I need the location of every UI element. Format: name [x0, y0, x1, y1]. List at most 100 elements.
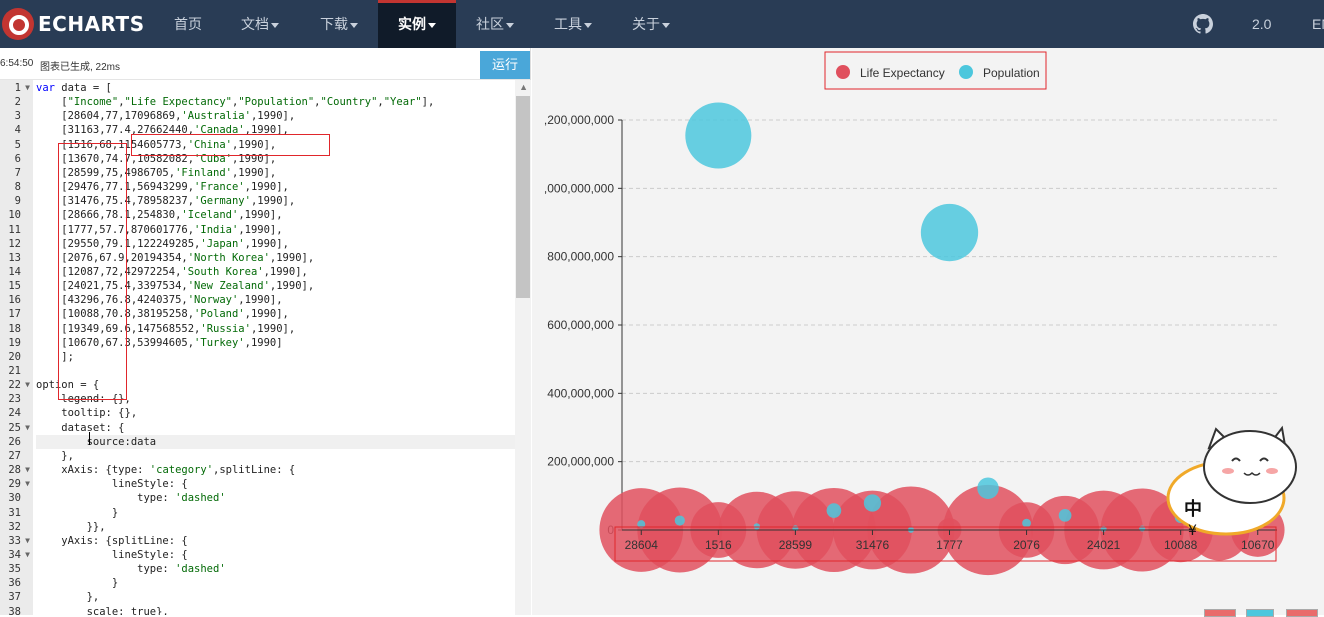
line-number: 3 [14, 110, 21, 123]
chevron-down-icon [428, 22, 436, 28]
version-label[interactable]: 2.0 [1252, 0, 1271, 48]
x-tick-label: 10670 [1241, 538, 1275, 552]
status-message: 图表已生成, 22ms [40, 62, 121, 73]
population-bubble [920, 203, 979, 262]
line-number: 4 [14, 124, 21, 137]
population-bubble [863, 494, 882, 512]
lang-switch[interactable]: EN [1312, 0, 1324, 48]
population-bubble [977, 477, 999, 499]
x-tick-label: 31476 [856, 538, 890, 552]
population-bubble [685, 102, 752, 169]
annotation-box-header-fields [131, 134, 330, 156]
line-number: 8 [14, 181, 21, 194]
line-number: 13 [8, 251, 21, 264]
svg-text:中: 中 [1184, 498, 1202, 520]
line-number: 7 [14, 166, 21, 179]
nav-community[interactable]: 社区 [476, 0, 514, 48]
line-number: 33 ▼ [8, 534, 30, 547]
top-nav: ECHARTS 首页 文档 下载 实例 社区 工具 关于 2.0 EN [0, 0, 1324, 48]
echarts-logo[interactable]: ECHARTS [0, 6, 145, 42]
nav-tools[interactable]: 工具 [554, 0, 592, 48]
y-tick-label: ,000,000,000 [544, 181, 614, 195]
github-icon[interactable] [1193, 14, 1213, 34]
code-line: source:data [36, 434, 516, 449]
thumbnail-swatch[interactable] [1286, 609, 1318, 617]
code-line: [28604,77,17096869,'Australia',1990], [36, 110, 296, 123]
line-number: 15 [8, 280, 21, 293]
editor-toolbar: 6:54:50 图表已生成, 22ms 运行 [0, 48, 530, 80]
nav-home[interactable]: 首页 [174, 0, 202, 48]
code-line: type: 'dashed' [36, 563, 226, 576]
chart-panel: Life ExpectancyPopulation 0200,000,00040… [532, 48, 1324, 617]
y-axis: 0200,000,000400,000,000600,000,000800,00… [544, 113, 623, 537]
x-tick-label: 10088 [1164, 538, 1198, 552]
line-number: 25 ▼ [8, 421, 30, 434]
x-tick-label: 28604 [625, 538, 659, 552]
line-number: 31 [8, 506, 21, 519]
line-number: 11 [8, 223, 21, 236]
line-number: 12 [8, 237, 21, 250]
code-line: ["Income","Life Expectancy","Population"… [36, 96, 435, 109]
nav-about[interactable]: 关于 [632, 0, 670, 48]
line-number: 32 [8, 520, 21, 533]
line-number: 28 ▼ [8, 464, 30, 477]
nav-download[interactable]: 下载 [320, 0, 358, 48]
editor-scrollbar[interactable]: ▲ [515, 80, 531, 615]
code-line: }, [36, 591, 100, 604]
line-number: 27 [8, 449, 21, 462]
y-tick-label: ,200,000,000 [544, 113, 614, 127]
line-number: 17 [8, 308, 21, 321]
legend-marker [836, 65, 850, 79]
scrollbar-thumb[interactable] [516, 96, 530, 298]
line-number: 22 ▼ [8, 379, 30, 392]
line-number: 18 [8, 322, 21, 335]
line-number: 20 [8, 350, 21, 363]
line-number-gutter: 1 ▼ 2 3 4 5 6 7 8 9 10 11 12 13 14 15 16 17 18 19 20 21 22 ▼ 23 2… [0, 80, 33, 615]
y-tick-label: 800,000,000 [547, 250, 614, 264]
population-bubble [1139, 525, 1146, 532]
line-number: 1 ▼ [14, 82, 30, 94]
line-number: 2 [14, 96, 21, 109]
thumbnail-swatch[interactable] [1204, 609, 1236, 617]
x-tick-label: 2076 [1013, 538, 1040, 552]
line-number: 21 [8, 365, 21, 377]
chevron-down-icon [271, 22, 279, 28]
thumbnail-swatch[interactable] [1246, 609, 1274, 617]
population-bubble [826, 503, 842, 518]
logo-icon [2, 8, 34, 40]
line-number: 24 [8, 407, 21, 420]
status-time: 6:54:50 [0, 58, 34, 69]
line-number: 16 [8, 294, 21, 307]
legend-label: Population [983, 66, 1040, 80]
annotation-box-income-column [58, 143, 127, 400]
chevron-down-icon [506, 22, 514, 28]
line-number: 6 [14, 152, 21, 165]
text-cursor [89, 432, 90, 445]
chevron-down-icon [350, 22, 358, 28]
run-button[interactable]: 运行 [480, 51, 530, 79]
line-number: 26 [8, 435, 21, 448]
y-tick-label: 400,000,000 [547, 386, 614, 400]
chart-legend: Life Expectancy Population [836, 65, 1040, 80]
code-line: lineStyle: { [36, 548, 188, 561]
code-line: var data = [ [36, 82, 112, 94]
logo-text: ECHARTS [38, 12, 145, 36]
legend-marker [959, 65, 973, 79]
code-line: tooltip: {}, [36, 407, 138, 420]
x-tick-label: 1516 [705, 538, 732, 552]
chevron-down-icon [584, 22, 592, 28]
code-line: }, [36, 449, 74, 462]
scroll-up-icon[interactable]: ▲ [519, 82, 528, 92]
chevron-down-icon [662, 22, 670, 28]
population-bubble [1058, 508, 1072, 522]
y-tick-label: 200,000,000 [547, 455, 614, 469]
code-line: } [36, 506, 119, 519]
code-line: } [36, 577, 119, 590]
nav-docs[interactable]: 文档 [241, 0, 279, 48]
code-line: lineStyle: { [36, 478, 188, 491]
line-number: 38 [8, 605, 21, 615]
nav-examples[interactable]: 实例 [378, 0, 456, 48]
line-number: 29 ▼ [8, 478, 30, 491]
line-number: 37 [8, 591, 21, 604]
line-number: 10 [8, 209, 21, 222]
